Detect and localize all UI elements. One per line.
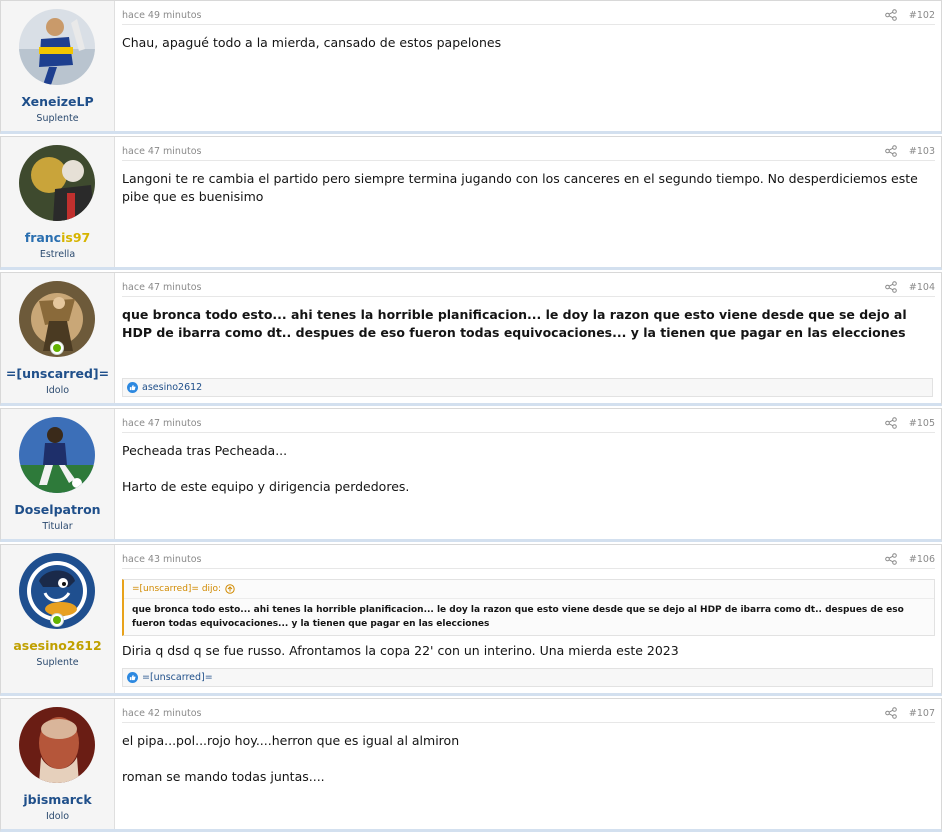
post-paragraph: que bronca todo esto... ahi tenes la hor…	[122, 307, 907, 340]
username[interactable]: =[unscarred]=	[1, 366, 114, 381]
quote-block: =[unscarred]= dijo: que bronca todo esto…	[122, 579, 935, 636]
username[interactable]: francis97	[1, 230, 114, 245]
user-title: Estrella	[39, 249, 76, 260]
avatar[interactable]	[19, 417, 95, 493]
post-number[interactable]: #107	[909, 708, 935, 719]
user-cell: =[unscarred]= Idolo	[1, 273, 115, 403]
arrow-up-circle-icon[interactable]	[225, 584, 235, 594]
post-body: que bronca todo esto... ahi tenes la hor…	[122, 297, 935, 342]
username-part: franc	[24, 230, 62, 245]
post-body: Diria q dsd q se fue russo. Afrontamos l…	[122, 636, 935, 660]
post-time[interactable]: hace 47 minutos	[122, 282, 201, 293]
post-paragraph: Chau, apagué todo a la mierda, cansado d…	[122, 35, 502, 50]
user-cell: Doselpatron Titular	[1, 409, 115, 539]
quote-header[interactable]: =[unscarred]= dijo:	[124, 580, 934, 599]
share-icon[interactable]	[885, 707, 897, 719]
user-title: Idolo	[45, 811, 70, 822]
post-time[interactable]: hace 47 minutos	[122, 146, 201, 157]
reactions-bar[interactable]: asesino2612	[122, 378, 933, 397]
avatar[interactable]	[19, 707, 95, 783]
like-icon	[127, 382, 138, 393]
post-meta: hace 47 minutos #105	[122, 409, 935, 433]
post: XeneizeLP Suplente hace 49 minutos #102 …	[0, 0, 942, 134]
post-time[interactable]: hace 43 minutos	[122, 554, 201, 565]
post-paragraph: Harto de este equipo y dirigencia perded…	[122, 479, 410, 494]
post-paragraph: Pecheada tras Pecheada...	[122, 443, 288, 458]
post-body: el pipa...pol...rojo hoy....herron que e…	[122, 723, 935, 786]
post-number[interactable]: #106	[909, 554, 935, 565]
avatar[interactable]	[19, 9, 95, 85]
username[interactable]: asesino2612	[1, 638, 114, 653]
post: asesino2612 Suplente hace 43 minutos #10…	[0, 544, 942, 696]
post-content: hace 42 minutos #107 el pipa...pol...roj…	[122, 699, 935, 786]
reaction-user[interactable]: =[unscarred]=	[142, 672, 213, 683]
post-number[interactable]: #103	[909, 146, 935, 157]
post-meta: hace 47 minutos #104	[122, 273, 935, 297]
quote-author[interactable]: =[unscarred]= dijo:	[132, 584, 221, 594]
user-cell: francis97 Estrella	[1, 137, 115, 267]
post-content: hace 47 minutos #105 Pecheada tras Peche…	[122, 409, 935, 496]
post-content: hace 43 minutos #106 =[unscarred]= dijo:…	[122, 545, 935, 660]
reactions-bar[interactable]: =[unscarred]=	[122, 668, 933, 687]
user-title: Idolo	[45, 385, 70, 396]
post: jbismarck Idolo hace 42 minutos #107 el …	[0, 698, 942, 832]
post: francis97 Estrella hace 47 minutos #103 …	[0, 136, 942, 270]
quote-text: que bronca todo esto... ahi tenes la hor…	[132, 605, 904, 629]
post-body: Pecheada tras Pecheada... Harto de este …	[122, 433, 935, 496]
post: =[unscarred]= Idolo hace 47 minutos #104…	[0, 272, 942, 406]
post: Doselpatron Titular hace 47 minutos #105…	[0, 408, 942, 542]
post-paragraph: Diria q dsd q se fue russo. Afrontamos l…	[122, 643, 679, 658]
reaction-user[interactable]: asesino2612	[142, 382, 202, 393]
username-part: is97	[61, 230, 91, 245]
online-indicator	[50, 341, 64, 355]
post-body: Chau, apagué todo a la mierda, cansado d…	[122, 25, 935, 52]
username[interactable]: XeneizeLP	[1, 94, 114, 109]
post-paragraph: el pipa...pol...rojo hoy....herron que e…	[122, 733, 460, 748]
online-indicator	[50, 613, 64, 627]
username[interactable]: jbismarck	[1, 792, 114, 807]
user-title: Suplente	[36, 657, 79, 668]
post-time[interactable]: hace 49 minutos	[122, 10, 201, 21]
share-icon[interactable]	[885, 417, 897, 429]
post-time[interactable]: hace 42 minutos	[122, 708, 201, 719]
post-meta: hace 42 minutos #107	[122, 699, 935, 723]
post-paragraph: Langoni te re cambia el partido pero sie…	[122, 171, 918, 204]
post-content: hace 47 minutos #104 que bronca todo est…	[122, 273, 935, 342]
post-meta: hace 47 minutos #103	[122, 137, 935, 161]
user-title: Suplente	[36, 113, 79, 124]
username[interactable]: Doselpatron	[1, 502, 114, 517]
post-paragraph: roman se mando todas juntas....	[122, 769, 325, 784]
share-icon[interactable]	[885, 553, 897, 565]
post-number[interactable]: #104	[909, 282, 935, 293]
share-icon[interactable]	[885, 9, 897, 21]
avatar[interactable]	[19, 145, 95, 221]
like-icon	[127, 672, 138, 683]
post-number[interactable]: #102	[909, 10, 935, 21]
post-body: Langoni te re cambia el partido pero sie…	[122, 161, 935, 206]
user-title: Titular	[42, 521, 73, 532]
post-time[interactable]: hace 47 minutos	[122, 418, 201, 429]
post-meta: hace 43 minutos #106	[122, 545, 935, 569]
user-cell: asesino2612 Suplente	[1, 545, 115, 693]
post-number[interactable]: #105	[909, 418, 935, 429]
user-cell: jbismarck Idolo	[1, 699, 115, 829]
user-cell: XeneizeLP Suplente	[1, 1, 115, 131]
share-icon[interactable]	[885, 281, 897, 293]
post-meta: hace 49 minutos #102	[122, 1, 935, 25]
share-icon[interactable]	[885, 145, 897, 157]
post-content: hace 49 minutos #102 Chau, apagué todo a…	[122, 1, 935, 52]
post-content: hace 47 minutos #103 Langoni te re cambi…	[122, 137, 935, 206]
